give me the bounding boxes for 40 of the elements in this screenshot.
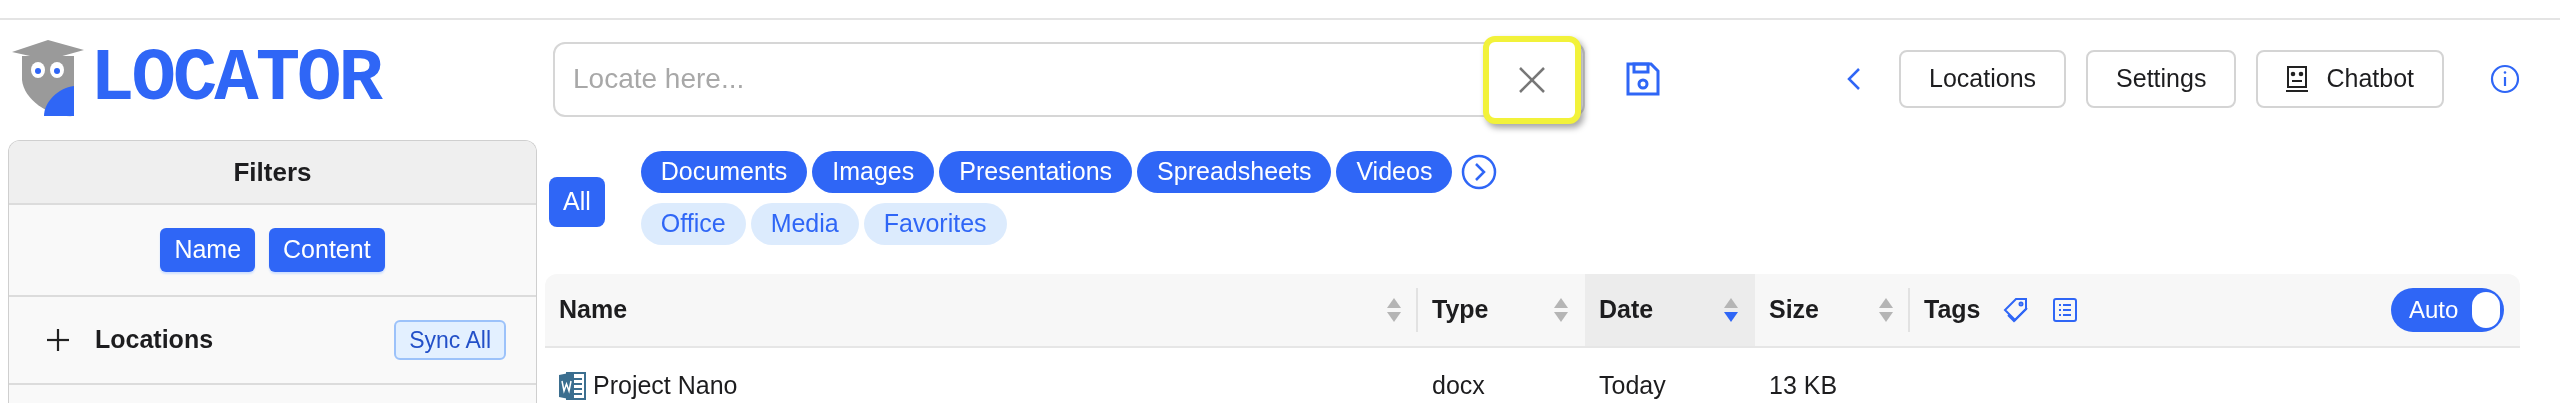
save-icon[interactable] <box>1625 61 1661 97</box>
back-chevron-icon[interactable] <box>1847 67 1862 91</box>
category-chip[interactable]: Images <box>812 151 935 193</box>
column-header[interactable]: Type <box>1432 291 1489 329</box>
category-chip[interactable]: Spreadsheets <box>1137 151 1332 193</box>
column-header[interactable]: Date <box>1599 291 1654 329</box>
category-chip[interactable]: Favorites <box>863 203 1007 245</box>
column-header[interactable]: Name <box>559 291 628 329</box>
filter-mode-button[interactable]: Content <box>269 228 385 272</box>
logo-text: LOCATOR <box>90 42 380 116</box>
nav-button[interactable]: Locations <box>1899 50 2067 108</box>
category-chip[interactable]: Media <box>750 203 859 245</box>
robot-face-icon <box>2286 66 2309 92</box>
table-cell-text: 13 KB <box>1769 369 1838 401</box>
category-tab[interactable]: All <box>549 177 605 227</box>
nav-button[interactable]: Settings <box>2086 50 2237 108</box>
sync-all-button[interactable]: Sync All <box>394 320 506 360</box>
table-cell-text: docx <box>1432 369 1485 401</box>
table-cell-text: Today <box>1599 369 1666 401</box>
close-icon <box>1518 65 1546 94</box>
list-icon[interactable] <box>2052 298 2077 322</box>
column-header[interactable]: Size <box>1769 291 1820 329</box>
category-chip[interactable]: Videos <box>1336 151 1453 193</box>
category-chip[interactable]: Office <box>640 203 746 245</box>
nav-button[interactable]: Chatbot <box>2256 50 2444 108</box>
sort-icon[interactable] <box>1723 297 1739 323</box>
tag-icon[interactable] <box>2002 297 2029 323</box>
info-icon[interactable] <box>2490 64 2520 94</box>
plus-icon[interactable] <box>47 329 69 351</box>
table-cell-text: Project Nano <box>593 369 738 401</box>
search-field[interactable]: Locate here... <box>553 41 1585 117</box>
category-chip[interactable]: Presentations <box>939 151 1133 193</box>
filter-mode-button[interactable]: Name <box>160 228 256 272</box>
column-header[interactable]: Tags <box>1924 291 1981 329</box>
section-label: Locations <box>95 324 214 356</box>
auto-toggle[interactable]: Auto <box>2391 288 2504 332</box>
panel-title: Filters <box>9 141 536 205</box>
category-chip[interactable]: Documents <box>640 151 808 193</box>
word-document-icon <box>559 370 587 401</box>
next-chevron-icon[interactable] <box>1461 154 1498 190</box>
